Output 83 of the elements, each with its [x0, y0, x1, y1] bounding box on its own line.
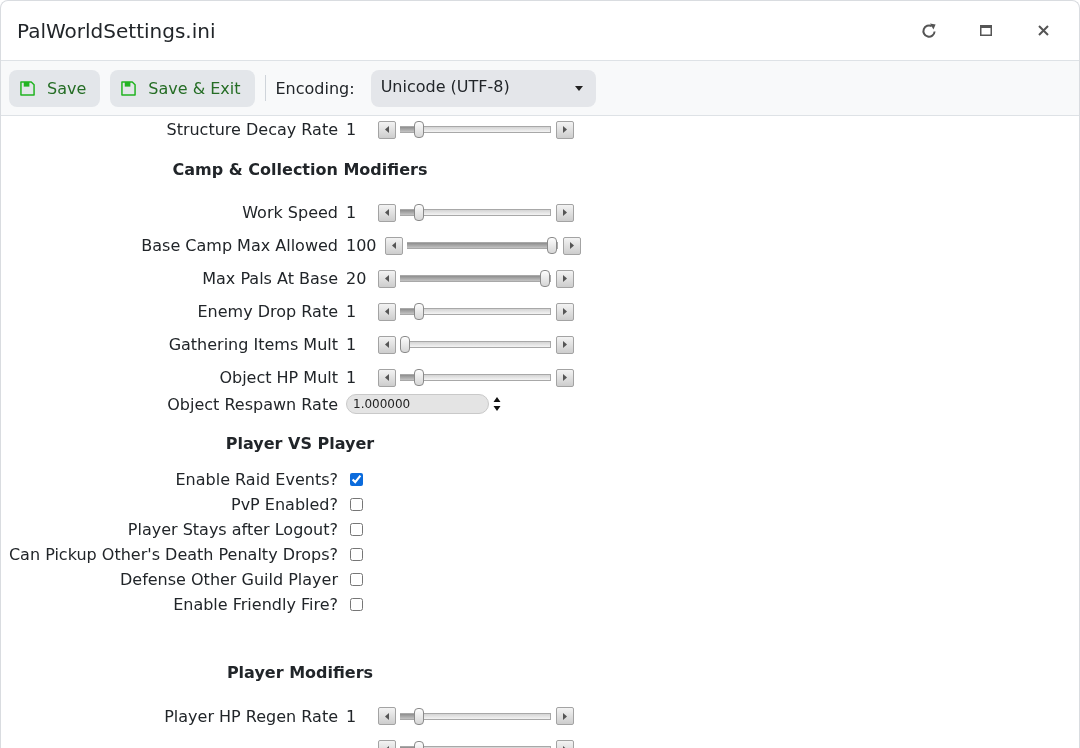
setting-label: Gathering Items Mult: [168, 335, 338, 354]
checkbox[interactable]: [350, 522, 363, 536]
save-button[interactable]: Save: [9, 69, 101, 107]
slider-thumb[interactable]: [413, 369, 424, 386]
setting-label: Object HP Mult: [219, 368, 338, 387]
right-triangle-icon: [563, 341, 567, 348]
left-triangle-icon: [385, 209, 389, 216]
setting-value: 1: [346, 203, 358, 222]
maximize-icon: [980, 25, 992, 36]
setting-value: 1: [346, 706, 358, 726]
slider-right-button[interactable]: [556, 120, 574, 139]
caret-down-icon: [574, 85, 583, 91]
setting-label: Structure Decay Rate: [166, 120, 338, 139]
setting-value: 1: [346, 120, 358, 139]
checkbox[interactable]: [350, 597, 363, 611]
setting-label: Player Stays after Logout?: [127, 519, 338, 539]
left-triangle-icon: [385, 712, 389, 720]
slider-left-button[interactable]: [378, 120, 396, 139]
setting-label: Work Speed: [242, 203, 338, 222]
section-heading: Camp & Collection Modifiers: [172, 159, 428, 179]
section-heading: Player Modifiers: [226, 663, 374, 682]
slider-left-button[interactable]: [378, 302, 396, 321]
slider-thumb[interactable]: [540, 270, 551, 287]
setting-label: Player HP Regen Rate: [164, 706, 338, 726]
slider-thumb[interactable]: [546, 237, 557, 254]
left-triangle-icon: [385, 308, 389, 315]
right-triangle-icon: [563, 209, 567, 216]
left-triangle-icon: [385, 126, 389, 133]
slider-thumb[interactable]: [413, 303, 424, 320]
setting-label: Enemy Drop Rate: [197, 302, 338, 321]
setting-label: Defense Other Guild Player: [119, 569, 338, 589]
setting-value: 1: [346, 302, 358, 321]
right-triangle-icon: [563, 712, 567, 720]
right-triangle-icon: [563, 126, 567, 133]
setting-value: 1: [346, 335, 358, 354]
save-exit-button[interactable]: Save & Exit: [110, 69, 255, 107]
slider-left-button[interactable]: [378, 335, 396, 354]
number-field[interactable]: 1.000000: [346, 394, 489, 414]
section-heading: Player VS Player: [225, 434, 375, 453]
setting-value: 100: [346, 236, 377, 255]
slider-left-button[interactable]: [378, 707, 396, 725]
slider-left-button[interactable]: [384, 236, 403, 255]
slider-right-button[interactable]: [556, 335, 574, 354]
slider-left-button[interactable]: [378, 269, 396, 288]
left-triangle-icon: [385, 341, 389, 348]
setting-label: PvP Enabled?: [231, 494, 338, 514]
refresh-icon: [921, 22, 937, 39]
slider-right-button[interactable]: [562, 236, 581, 255]
setting-label: Object Respawn Rate: [167, 394, 338, 414]
close-icon: [1037, 25, 1049, 36]
setting-label: Enable Friendly Fire?: [173, 594, 338, 614]
right-triangle-icon: [563, 275, 567, 282]
checkbox[interactable]: [350, 472, 363, 486]
slider-left-button[interactable]: [378, 203, 396, 222]
spinner-arrows-icon[interactable]: [493, 395, 501, 413]
slider-thumb[interactable]: [413, 707, 424, 725]
right-triangle-icon: [563, 308, 567, 315]
setting-value: 20: [346, 269, 368, 288]
encoding-label: Encoding:: [275, 78, 355, 98]
right-triangle-icon: [569, 242, 574, 249]
slider-left-button[interactable]: [378, 368, 396, 387]
setting-label: Base Camp Max Allowed: [141, 236, 338, 255]
setting-label: Can Pickup Other's Death Penalty Drops?: [8, 544, 338, 564]
left-triangle-icon: [385, 275, 389, 282]
left-triangle-icon: [385, 374, 389, 381]
setting-value: 1: [346, 368, 358, 387]
slider-thumb[interactable]: [413, 121, 424, 138]
slider-right-button[interactable]: [556, 203, 574, 222]
checkbox[interactable]: [350, 547, 363, 561]
slider-right-button[interactable]: [556, 302, 574, 321]
right-triangle-icon: [563, 374, 567, 381]
window-title: PalWorldSettings.ini: [17, 18, 216, 43]
slider-right-button[interactable]: [556, 269, 574, 288]
slider-right-button[interactable]: [556, 707, 574, 725]
left-triangle-icon: [391, 242, 396, 249]
slider-thumb[interactable]: [413, 204, 424, 221]
checkbox[interactable]: [350, 497, 363, 511]
encoding-dropdown[interactable]: Unicode (UTF-8): [370, 69, 596, 107]
checkbox[interactable]: [350, 572, 363, 586]
setting-label: Max Pals At Base: [202, 269, 338, 288]
setting-label: Enable Raid Events?: [175, 469, 338, 489]
slider-thumb[interactable]: [400, 336, 410, 353]
slider-right-button[interactable]: [556, 368, 574, 387]
